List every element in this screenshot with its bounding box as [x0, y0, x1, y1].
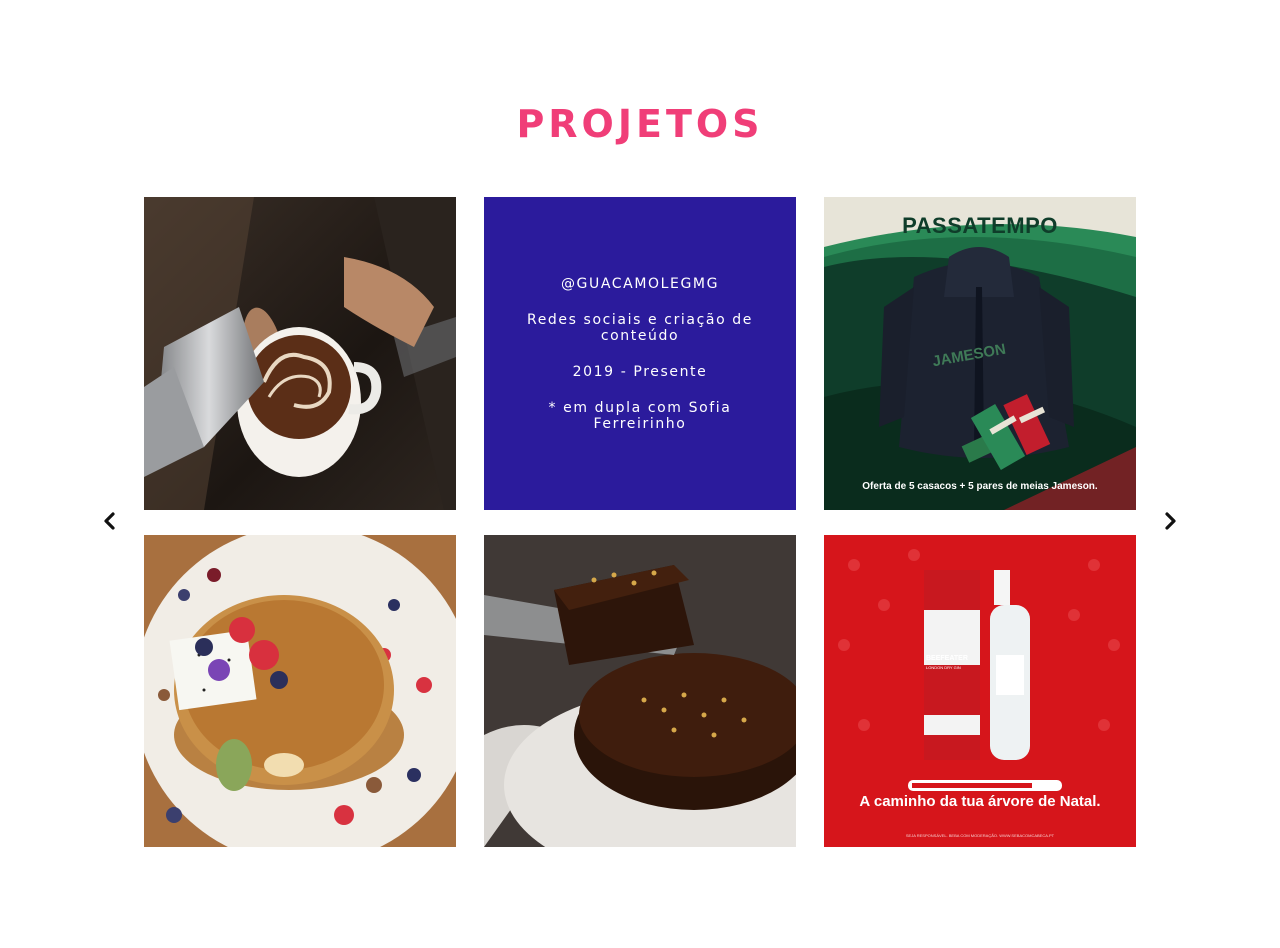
project-tile-latte[interactable] — [144, 197, 456, 510]
project-tile-guacamole[interactable]: @GUACAMOLEGMG Redes sociais e criação de… — [484, 197, 796, 510]
latte-art-image — [144, 197, 456, 510]
jameson-headline: PASSATEMPO — [902, 213, 1058, 238]
chocolate-cake-image — [484, 535, 796, 847]
pancakes-image — [144, 535, 456, 847]
project-role: Redes sociais e criação de conteúdo — [527, 311, 753, 344]
chevron-left-icon — [104, 512, 115, 530]
project-handle: @GUACAMOLEGMG — [560, 275, 720, 292]
project-tile-beefeater[interactable]: BEEFEATER LONDON DRY GIN A caminho da tu… — [824, 535, 1136, 847]
project-info: @GUACAMOLEGMG Redes sociais e criação de… — [484, 197, 796, 510]
carousel-next-button[interactable] — [1157, 508, 1183, 534]
project-tile-chocolate-cake[interactable] — [484, 535, 796, 847]
section-title: PROJETOS — [516, 102, 764, 146]
carousel-prev-button[interactable] — [97, 508, 123, 534]
jameson-caption: Oferta de 5 casacos + 5 pares de meias J… — [862, 481, 1098, 492]
beefeater-brand-text: BEEFEATER — [926, 655, 968, 662]
project-note: * em dupla com Sofia Ferreirinho — [548, 399, 732, 432]
chevron-right-icon — [1165, 512, 1176, 530]
beefeater-brand-sub: LONDON DRY GIN — [926, 665, 961, 670]
beefeater-caption: A caminho da tua árvore de Natal. — [859, 793, 1101, 810]
project-tile-pancakes[interactable] — [144, 535, 456, 847]
project-tile-jameson[interactable]: PASSATEMPO JAMESON Oferta de 5 casacos +… — [824, 197, 1136, 510]
project-period: 2019 - Presente — [572, 363, 708, 380]
beefeater-footnote: SEJA RESPONSÁVEL. BEBA COM MODERAÇÃO. WW… — [905, 833, 1055, 838]
